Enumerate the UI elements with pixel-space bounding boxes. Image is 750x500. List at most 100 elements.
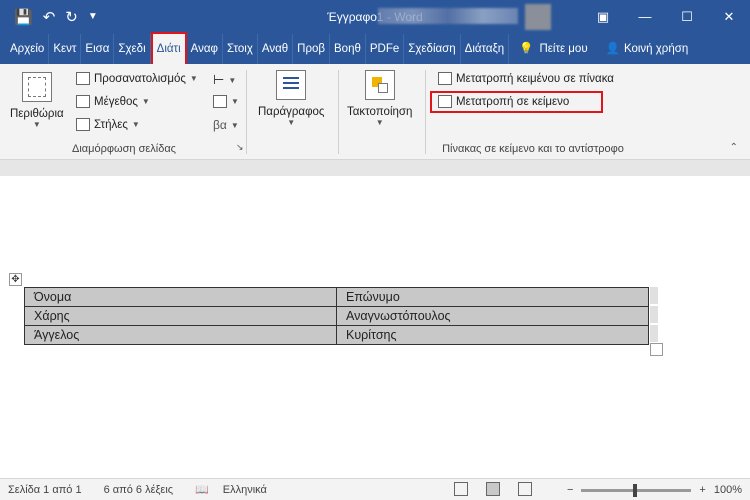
breaks-icon: ⊢	[213, 72, 225, 87]
table-cell[interactable]: Άγγελος	[24, 325, 337, 345]
text-to-table-icon	[438, 72, 452, 85]
ribbon-display-icon[interactable]: ▣	[582, 0, 624, 34]
proofing-icon[interactable]: 📖	[195, 483, 209, 496]
quick-access-toolbar: 💾 ↶ ↻ ▼	[0, 10, 98, 25]
undo-icon[interactable]: ↶	[43, 10, 56, 25]
document-area: ✥ Όνομα Επώνυμο Χάρης Αναγνωστόπουλος Άγ…	[0, 160, 750, 478]
tab-table-layout[interactable]: Διάταξη	[461, 34, 510, 64]
share-label: Κοινή χρήση	[623, 43, 689, 55]
columns-icon	[76, 118, 90, 131]
tab-layout[interactable]: Διάτι	[150, 32, 187, 66]
tab-home[interactable]: Κεντ	[49, 34, 82, 64]
hyphenation-button[interactable]: βα ▼	[213, 118, 239, 132]
chevron-down-icon: ▼	[228, 75, 237, 85]
chevron-down-icon: ▼	[141, 97, 150, 106]
table-cell[interactable]: Αναγνωστόπουλος	[336, 306, 649, 326]
table-cell[interactable]: Χάρης	[24, 306, 337, 326]
breaks-button[interactable]: ⊢ ▼	[213, 72, 236, 88]
columns-button[interactable]: Στήλες ▼	[76, 118, 140, 131]
customize-icon[interactable]: ▼	[88, 12, 98, 22]
text-to-table-label: Μετατροπή κειμένου σε πίνακα	[456, 72, 614, 85]
account-avatar-blurred	[525, 4, 551, 30]
tab-table-design[interactable]: Σχεδίαση	[404, 34, 461, 64]
columns-label: Στήλες	[94, 118, 128, 131]
restore-button[interactable]: ☐	[666, 0, 708, 34]
table-row: Άγγελος Κυρίτσης	[24, 325, 649, 345]
word-table[interactable]: Όνομα Επώνυμο Χάρης Αναγνωστόπουλος Άγγε…	[24, 287, 649, 345]
account-name-blurred	[378, 8, 518, 24]
ribbon: Περιθώρια ▼ Προσανατολισμός ▼ Μέγεθος ▼ …	[0, 64, 750, 160]
page-count[interactable]: Σελίδα 1 από 1	[8, 484, 82, 496]
orientation-label: Προσανατολισμός	[94, 72, 186, 85]
line-numbers-button[interactable]: ▼	[213, 95, 239, 108]
table-to-text-icon	[438, 95, 452, 108]
table-cell[interactable]: Επώνυμο	[336, 287, 649, 307]
zoom-slider-thumb[interactable]	[633, 483, 638, 497]
arrange-icon	[364, 70, 395, 100]
tab-mailings[interactable]: Στοιχ	[223, 34, 258, 64]
group-separator	[425, 70, 426, 154]
margins-label: Περιθώρια	[10, 108, 64, 120]
chevron-down-icon: ▼	[189, 74, 198, 83]
zoom-in-icon[interactable]: +	[699, 484, 705, 496]
save-icon[interactable]: 💾	[14, 10, 33, 25]
document-page[interactable]: ✥ Όνομα Επώνυμο Χάρης Αναγνωστόπουλος Άγ…	[0, 176, 750, 478]
paragraph-button[interactable]: Παράγραφος ▼	[258, 70, 324, 127]
convert-to-text-button[interactable]: Μετατροπή σε κείμενο	[438, 95, 569, 108]
tab-design[interactable]: Σχεδι	[114, 34, 151, 64]
language[interactable]: Ελληνικά	[223, 484, 267, 496]
zoom-controls: − + 100%	[567, 479, 742, 500]
size-button[interactable]: Μέγεθος ▼	[76, 95, 150, 108]
indent-icon	[276, 70, 307, 100]
lightbulb-icon: 💡	[519, 43, 534, 55]
person-icon: 👤	[605, 43, 620, 55]
margins-icon	[21, 72, 52, 102]
convert-group-label: Πίνακας σε κείμενο και το αντίστροφο	[442, 143, 624, 155]
orientation-button[interactable]: Προσανατολισμός ▼	[76, 72, 198, 85]
status-bar: Σελίδα 1 από 1 6 από 6 λέξεις 📖 Ελληνικά…	[0, 478, 750, 500]
table-row: Όνομα Επώνυμο	[24, 287, 649, 307]
margins-button[interactable]: Περιθώρια ▼	[10, 72, 64, 129]
arrange-label: Τακτοποίηση	[347, 106, 413, 118]
table-to-text-label: Μετατροπή σε κείμενο	[456, 95, 570, 108]
word-count[interactable]: 6 από 6 λέξεις	[104, 484, 173, 496]
page-setup-group-label: Διαμόρφωση σελίδας	[72, 143, 176, 155]
tab-pdfelement[interactable]: PDFe	[366, 34, 405, 64]
chevron-down-icon: ▼	[32, 120, 41, 129]
tab-view[interactable]: Προβ	[293, 34, 331, 64]
close-button[interactable]: ✕	[708, 0, 750, 34]
minimize-button[interactable]: —	[624, 0, 666, 34]
group-separator	[338, 70, 339, 154]
zoom-slider[interactable]	[581, 483, 692, 497]
read-mode-icon[interactable]	[454, 482, 468, 496]
print-layout-icon[interactable]	[486, 482, 500, 496]
convert-text-to-table-button[interactable]: Μετατροπή κειμένου σε πίνακα	[438, 72, 614, 85]
tab-review[interactable]: Αναθ	[258, 34, 294, 64]
window-controls: ▣ — ☐ ✕	[582, 0, 750, 34]
tab-references[interactable]: Αναφ	[187, 34, 223, 64]
chevron-down-icon: ▼	[231, 97, 239, 106]
view-buttons	[454, 482, 532, 496]
web-layout-icon[interactable]	[518, 482, 532, 496]
table-cell[interactable]: Όνομα	[24, 287, 337, 307]
tab-insert[interactable]: Εισα	[81, 34, 115, 64]
chevron-down-icon: ▼	[287, 118, 296, 127]
table-resize-handle[interactable]	[650, 343, 663, 356]
tell-me-search[interactable]: 💡 Πείτε μου	[509, 34, 592, 64]
table-row: Χάρης Αναγνωστόπουλος	[24, 306, 649, 326]
redo-icon[interactable]: ↻	[65, 10, 78, 25]
table-cell[interactable]: Κυρίτσης	[336, 325, 649, 345]
zoom-out-icon[interactable]: −	[567, 484, 573, 496]
chevron-down-icon: ▼	[375, 118, 384, 127]
paragraph-label: Παράγραφος	[258, 106, 325, 118]
zoom-level[interactable]: 100%	[714, 484, 742, 496]
tab-help[interactable]: Βοηθ	[330, 34, 366, 64]
collapse-ribbon-icon[interactable]: ⌃	[730, 142, 738, 153]
table-move-handle-icon[interactable]: ✥	[9, 273, 22, 286]
tab-file[interactable]: Αρχείο	[0, 34, 50, 64]
dialog-launcher-icon[interactable]: ↘	[236, 142, 244, 153]
orientation-icon	[76, 72, 90, 85]
group-separator	[246, 70, 247, 154]
arrange-button[interactable]: Τακτοποίηση ▼	[347, 70, 412, 127]
share-button[interactable]: 👤 Κοινή χρήση	[602, 34, 693, 64]
